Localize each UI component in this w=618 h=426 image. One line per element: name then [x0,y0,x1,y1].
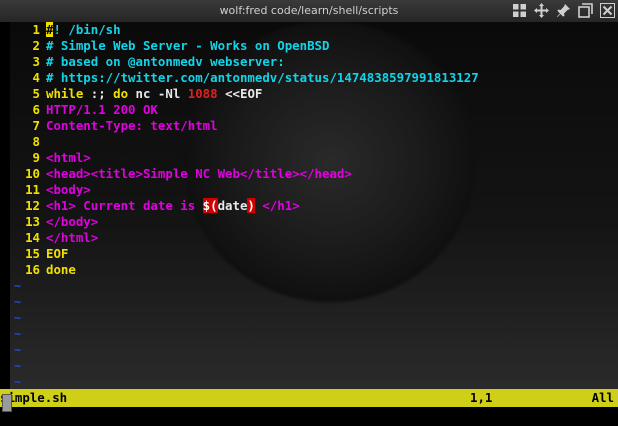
code-token: # based on @antonmedv webserver: [46,54,285,69]
grid-icon[interactable] [511,2,528,19]
code-token: <<EOF [217,86,263,101]
code-token: nc -Nl [128,86,188,101]
code-token: HTTP/1.1 200 OK [46,102,158,117]
line-code: <html> [46,150,91,166]
code-token: <h1> Current date is [46,198,203,213]
empty-line-marker: ~ [14,327,22,341]
empty-line-marker: ~ [14,375,22,389]
code-token: done [46,262,76,277]
line-code: </html> [46,230,98,246]
code-token: <html> [46,150,91,165]
command-line[interactable] [0,407,618,426]
line-number: 7 [32,118,40,133]
line-number: 5 [32,86,40,101]
line-code: done [46,262,76,278]
code-token: $( [202,198,218,213]
line-code: </body> [46,214,98,230]
close-icon[interactable] [599,2,616,19]
code-token: # Simple Web Server - Works on OpenBSD [46,38,330,53]
terminal-editor-area[interactable]: 1 #! /bin/sh 2 # Simple Web Server - Works … [0,22,618,389]
line-number: 3 [32,54,40,69]
line-code: # https://twitter.com/antonmedv/status/1… [46,70,479,86]
line-number: 2 [32,38,40,53]
empty-line-marker: ~ [14,359,22,373]
code-token: ) [247,198,255,213]
pin-icon[interactable] [555,2,572,19]
line-number: 11 [25,182,40,197]
empty-line-marker: ~ [14,279,22,293]
scrollbar-thumb[interactable] [2,394,12,412]
line-number: 13 [25,214,40,229]
line-number: 10 [25,166,40,181]
titlebar-controls [511,2,616,19]
line-code: #! /bin/sh [46,22,121,38]
code-token: ! /bin/sh [53,22,121,37]
window-titlebar[interactable]: wolf:fred code/learn/shell/scripts [0,0,618,23]
code-token: </html> [46,230,99,245]
line-number: 16 [25,262,40,277]
code-token: :; [83,86,114,101]
line-code: Content-Type: text/html [46,118,218,134]
line-code: while :; do nc -Nl 1088 <<EOF [46,86,262,102]
line-number: 1 [32,22,40,37]
restore-icon[interactable] [577,2,594,19]
line-code: # based on @antonmedv webserver: [46,54,285,70]
move-icon[interactable] [533,2,550,19]
line-code: # Simple Web Server - Works on OpenBSD [46,38,329,54]
line-code: <head><title>Simple NC Web</title></head… [46,166,352,182]
status-scroll-indicator: All [591,390,614,405]
code-token: <head><title>Simple NC Web</title></head… [46,166,352,181]
code-token: <body> [46,182,91,197]
code-token: do [113,86,129,101]
line-code: <body> [46,182,91,198]
code-token: Content-Type: text/html [46,118,218,133]
line-number: 9 [32,150,40,165]
empty-line-marker: ~ [14,311,22,325]
line-number: 4 [32,70,40,85]
line-code: HTTP/1.1 200 OK [46,102,158,118]
line-number: 12 [25,198,40,213]
line-number: 8 [32,134,40,149]
line-number: 15 [25,246,40,261]
code-token: </h1> [254,198,300,213]
code-token: date [217,198,248,213]
code-token: EOF [46,246,69,261]
vim-statusline: simple.sh 1,1 All [0,389,618,407]
empty-line-marker: ~ [14,343,22,357]
line-code: EOF [46,246,68,262]
code-token: while [46,86,84,101]
code-token: </body> [46,214,99,229]
code-token: 1088 [187,86,218,101]
line-number: 6 [32,102,40,117]
status-cursor-position: 1,1 [470,390,493,405]
line-code: <h1> Current date is $(date) </h1> [46,198,300,214]
code-token: # https://twitter.com/antonmedv/status/1… [46,70,479,85]
line-number: 14 [25,230,40,245]
empty-line-marker: ~ [14,295,22,309]
